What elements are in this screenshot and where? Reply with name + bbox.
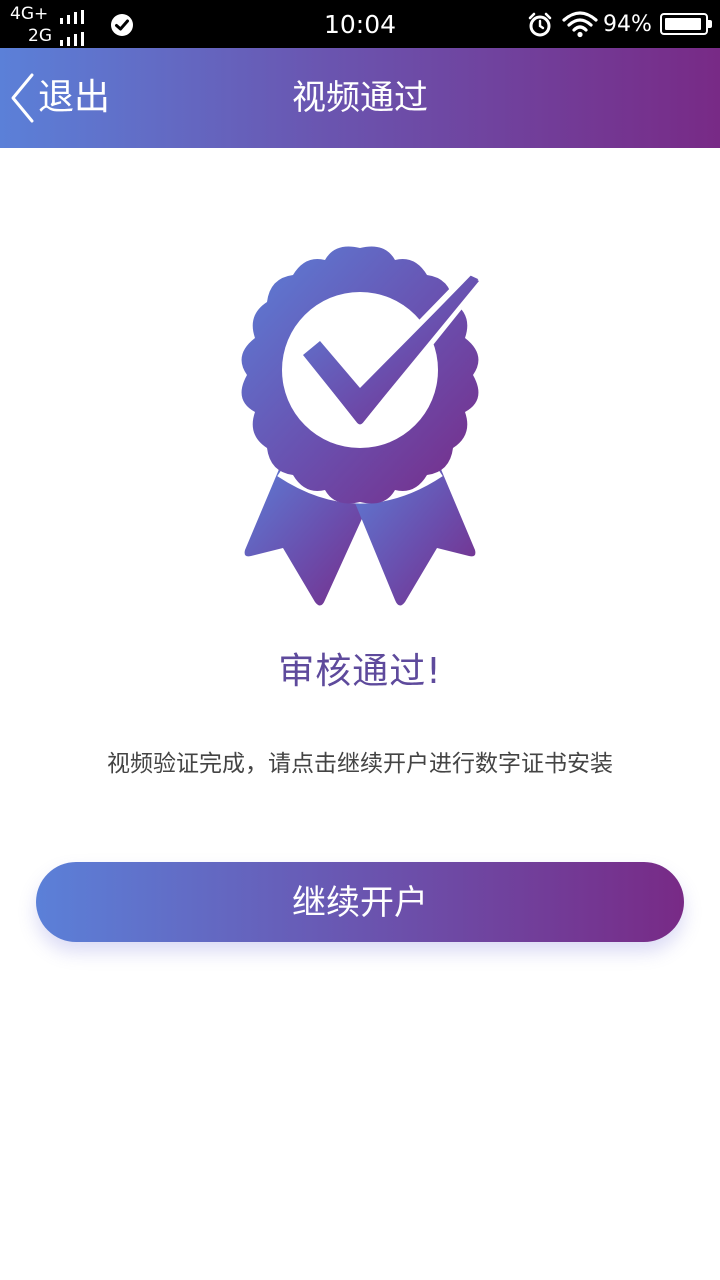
verification-description: 视频验证完成，请点击继续开户进行数字证书安装 — [107, 751, 613, 777]
navigation-header: 退出 视频通过 — [0, 48, 720, 148]
battery-icon — [660, 13, 712, 35]
battery-percent: 94% — [603, 12, 652, 37]
page-title: 视频通过 — [292, 78, 428, 118]
continue-open-account-button[interactable]: 继续开户 — [36, 862, 684, 942]
alarm-icon — [528, 12, 552, 37]
verified-badge-icon — [241, 246, 486, 606]
wifi-icon — [562, 11, 598, 38]
success-title: 审核通过! — [278, 651, 442, 692]
status-bar: 4G+ 2G 10:04 94% — [0, 0, 720, 48]
